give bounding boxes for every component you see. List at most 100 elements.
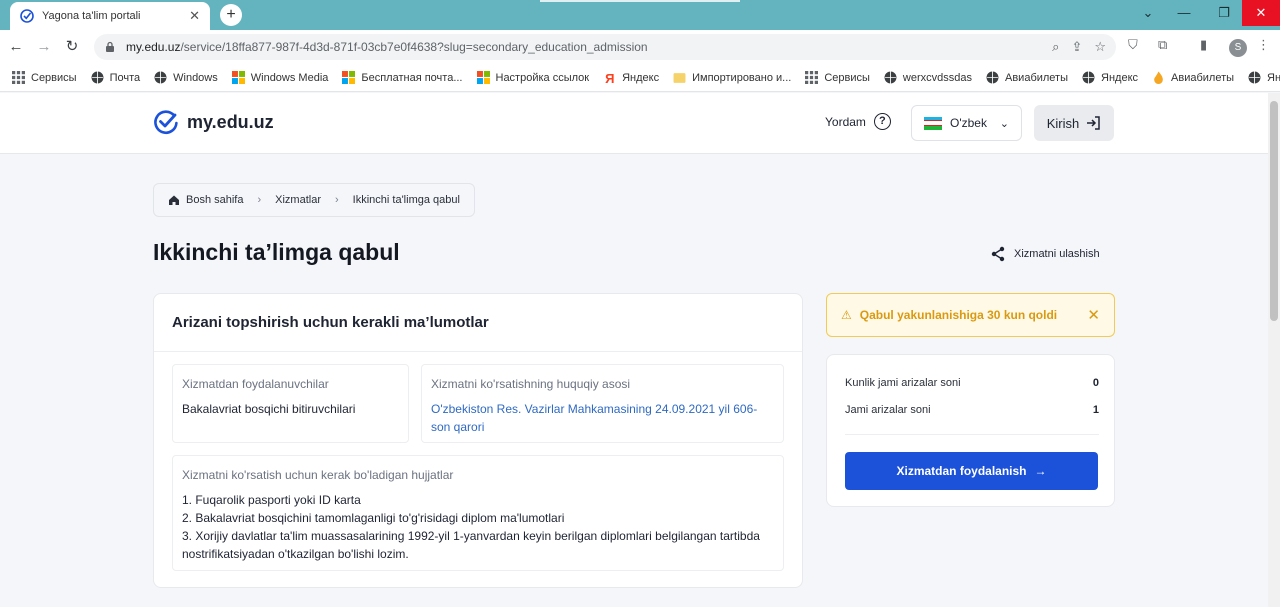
- login-button[interactable]: Kirish: [1034, 105, 1114, 141]
- home-icon: [169, 195, 179, 205]
- arrow-right-icon: →: [1034, 464, 1047, 478]
- edu-check-icon: [20, 9, 34, 23]
- bookmark-item[interactable]: Сервисы: [12, 71, 77, 84]
- folder-icon: [673, 71, 692, 84]
- bookmark-item[interactable]: Сервисы: [805, 71, 870, 84]
- bookmark-item[interactable]: Авиабилеты: [1152, 71, 1234, 84]
- windows-logo-icon: [476, 71, 496, 84]
- bookmark-item[interactable]: Авиабилеты: [986, 71, 1068, 84]
- url-host: my.edu.uz: [126, 40, 181, 54]
- bookmark-item[interactable]: Бесплатная почта...: [342, 71, 463, 84]
- shield-icon[interactable]: ⛉: [1128, 37, 1138, 53]
- bookmark-label: Windows: [173, 71, 218, 84]
- lock-icon: [106, 41, 114, 52]
- share-icon: [991, 246, 1005, 262]
- share-service-button[interactable]: Xizmatni ulashish: [990, 246, 1100, 262]
- address-bar[interactable]: my.edu.uz/service/18ffa877-987f-4d3d-871…: [94, 34, 1116, 60]
- new-tab-button[interactable]: +: [220, 4, 242, 26]
- browser-toolbar: ← → ↻ my.edu.uz/service/18ffa877-987f-4d…: [0, 30, 1280, 64]
- beneficiaries-value: Bakalavriat bosqichi bitiruvchilari: [182, 402, 356, 416]
- bookmark-label: Почта: [109, 71, 141, 84]
- windows-logo-icon: [342, 71, 361, 84]
- bookmark-label: Импортировано и...: [692, 71, 792, 84]
- globe-icon: [986, 71, 1005, 84]
- use-service-button[interactable]: Xizmatdan foydalanish →: [845, 452, 1098, 490]
- bookmark-item[interactable]: Импортировано и...: [673, 71, 791, 84]
- site-logo[interactable]: my.edu.uz: [153, 109, 274, 135]
- bookmark-item[interactable]: Почта: [91, 71, 141, 84]
- browser-tab-bar: Yagona ta'lim portali ✕ + ⌄ — ❐ ✕: [0, 0, 1280, 30]
- breadcrumb: Bosh sahifa › Xizmatlar › Ikkinchi ta'li…: [153, 183, 475, 217]
- maximize-button[interactable]: ❐: [1204, 0, 1244, 26]
- bookmark-item[interactable]: Настройка ссылок: [476, 71, 590, 84]
- page-title: Ikkinchi ta’limga qabul: [153, 239, 400, 265]
- bookmark-item[interactable]: werxcvdssdas: [884, 71, 972, 84]
- chevron-down-icon: ⌄: [999, 117, 1009, 130]
- deadline-text: Qabul yakunlanishiga 30 kun qoldi: [859, 308, 1058, 322]
- scrollbar-thumb[interactable]: [1270, 101, 1278, 321]
- bookmark-label: Сервисы: [824, 71, 870, 84]
- browser-tab-title: Yagona ta'lim portali: [42, 10, 141, 22]
- bookmark-star-icon[interactable]: ☆: [1094, 39, 1106, 55]
- language-select[interactable]: O'zbek ⌄: [911, 105, 1022, 141]
- list-item: 3. Xorijiy davlatlar ta'lim muassasalari…: [182, 529, 760, 561]
- deadline-alert: ⚠ Qabul yakunlanishiga 30 kun qoldi ✕: [826, 293, 1115, 337]
- stats-card: Kunlik jami arizalar soni 0 Jami arizala…: [826, 354, 1115, 507]
- bookmark-item[interactable]: Яндекс: [1248, 71, 1280, 84]
- minimize-button[interactable]: —: [1164, 0, 1204, 26]
- window-close-button[interactable]: ✕: [1242, 0, 1280, 26]
- sidebar-icon[interactable]: ▮: [1200, 37, 1207, 53]
- bookmark-label: Настройка ссылок: [495, 71, 590, 84]
- extensions-icon[interactable]: ⧉: [1158, 37, 1167, 53]
- site-header: my.edu.uz Yordam ? O'zbek ⌄ Kirish: [0, 93, 1268, 154]
- bookmark-item[interactable]: Windows: [154, 71, 218, 84]
- bookmark-item[interactable]: Я Яндекс: [603, 71, 659, 84]
- zoom-icon[interactable]: ⌕: [1052, 39, 1059, 55]
- tab-search-icon[interactable]: ⌄: [1128, 0, 1168, 26]
- apps-grid-icon: [12, 71, 31, 84]
- share-page-icon[interactable]: ⇪: [1071, 39, 1082, 55]
- bookmark-label: Windows Media: [250, 71, 329, 84]
- beneficiaries-box: Xizmatdan foydalanuvchilar Bakalavriat b…: [172, 364, 409, 443]
- list-item: 2. Bakalavriat bosqichini tamomlaganligi…: [182, 511, 565, 525]
- requirements-heading: Arizani topshirish uchun kerakli ma’lumo…: [154, 294, 802, 352]
- svg-text:Я: Я: [605, 71, 614, 84]
- help-label: Yordam: [825, 114, 866, 129]
- use-service-label: Xizmatdan foydalanish: [896, 464, 1027, 478]
- bookmark-label: Яндекс: [622, 71, 660, 84]
- language-label: O'zbek: [950, 116, 987, 130]
- requirements-card: Arizani topshirish uchun kerakli ma’lumo…: [153, 293, 803, 588]
- globe-icon: [884, 71, 903, 84]
- bookmark-item[interactable]: Windows Media: [231, 71, 329, 84]
- windows-logo-icon: [231, 71, 251, 84]
- help-link[interactable]: Yordam ?: [825, 113, 891, 130]
- page-scrollbar[interactable]: [1268, 93, 1280, 607]
- bookmark-item[interactable]: Яндекс: [1082, 71, 1138, 84]
- list-item: 1. Fuqarolik pasporti yoki ID karta: [182, 493, 361, 507]
- daily-applications-value: 0: [1092, 377, 1099, 389]
- menu-dots-icon[interactable]: ⋮: [1257, 37, 1270, 53]
- browser-tab-active[interactable]: Yagona ta'lim portali ✕: [10, 2, 210, 30]
- close-icon[interactable]: ✕: [189, 8, 200, 24]
- reload-icon[interactable]: ↻: [62, 37, 82, 57]
- bookmark-label: werxcvdssdas: [902, 71, 972, 84]
- forward-arrow-icon[interactable]: →: [34, 37, 54, 57]
- globe-icon: [1082, 71, 1101, 84]
- globe-icon: [154, 71, 173, 84]
- globe-icon: [91, 71, 110, 84]
- profile-avatar[interactable]: S: [1229, 39, 1247, 57]
- login-label: Kirish: [1046, 115, 1080, 131]
- back-arrow-icon[interactable]: ←: [6, 37, 26, 57]
- legal-basis-link[interactable]: O'zbekiston Res. Vazirlar Mahkamasining …: [431, 400, 774, 436]
- breadcrumb-home[interactable]: Bosh sahifa: [186, 194, 243, 206]
- total-applications-row: Jami arizalar soni 1: [845, 404, 1099, 416]
- bookmark-label: Яндекс: [1101, 71, 1139, 84]
- close-icon[interactable]: ✕: [1087, 306, 1100, 324]
- share-label: Xizmatni ulashish: [1014, 248, 1100, 260]
- divider: [845, 434, 1099, 435]
- chevron-right-icon: ›: [257, 194, 262, 206]
- breadcrumb-services[interactable]: Xizmatlar: [275, 194, 321, 206]
- uzbekistan-flag-icon: [924, 116, 942, 130]
- edu-check-icon: [154, 110, 178, 135]
- bookmark-label: Авиабилеты: [1171, 71, 1235, 84]
